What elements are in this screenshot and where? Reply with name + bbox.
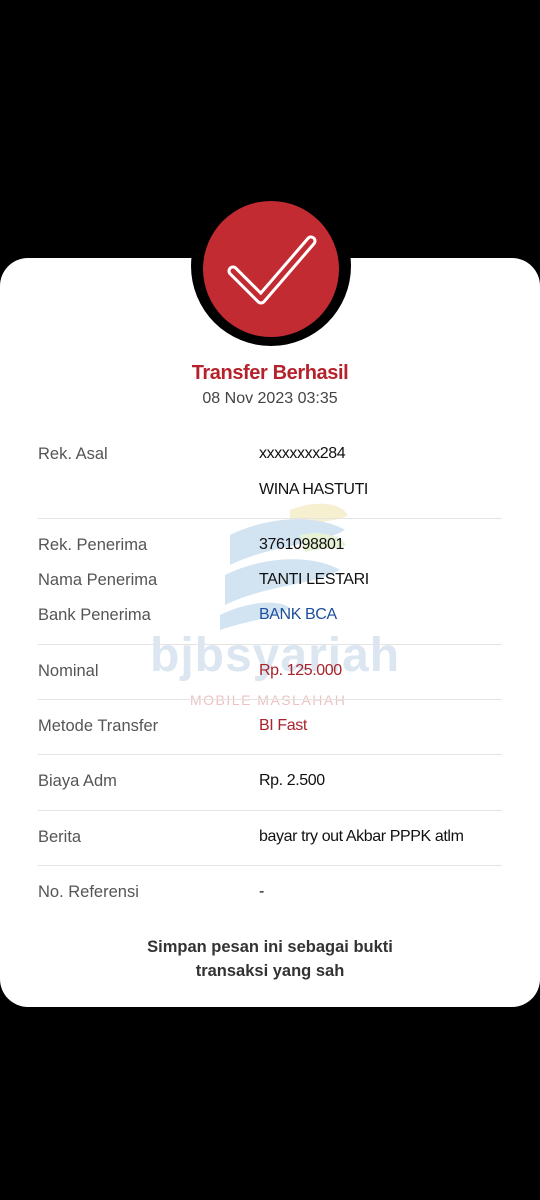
- status-title: Transfer Berhasil: [191, 362, 349, 384]
- divider: [38, 865, 502, 866]
- nama-penerima-value: TANTI LESTARI: [259, 571, 369, 588]
- check-icon: [227, 235, 317, 305]
- rek-penerima-value: 3761098801: [259, 536, 344, 553]
- metode-transfer-value: BI Fast: [259, 717, 307, 734]
- no-referensi-label: No. Referensi: [38, 883, 139, 901]
- transaction-date: 08 Nov 2023 03:35: [202, 390, 338, 407]
- rek-asal-account: xxxxxxxx284: [259, 445, 346, 462]
- no-referensi-value: -: [259, 883, 264, 900]
- footer-note: Simpan pesan ini sebagai bukti transaksi…: [0, 935, 540, 983]
- berita-value: bayar try out Akbar PPPK atlm: [259, 828, 464, 845]
- divider: [38, 810, 502, 811]
- metode-transfer-label: Metode Transfer: [38, 717, 159, 735]
- nominal-value: Rp. 125.000: [259, 662, 342, 679]
- divider: [38, 699, 502, 700]
- divider: [38, 754, 502, 755]
- nominal-label: Nominal: [38, 662, 99, 680]
- footer-line-1: Simpan pesan ini sebagai bukti: [147, 938, 393, 956]
- success-badge: [203, 201, 339, 337]
- rek-asal-label: Rek. Asal: [38, 445, 108, 463]
- rek-asal-name: WINA HASTUTI: [259, 481, 368, 498]
- rek-penerima-label: Rek. Penerima: [38, 536, 148, 554]
- biaya-adm-label: Biaya Adm: [38, 772, 117, 790]
- bank-penerima-label: Bank Penerima: [38, 606, 151, 624]
- berita-label: Berita: [38, 828, 82, 846]
- divider: [38, 644, 502, 645]
- bank-penerima-value: BANK BCA: [259, 606, 337, 623]
- footer-line-2: transaksi yang sah: [195, 962, 345, 980]
- divider: [38, 518, 502, 519]
- watermark-tagline: MOBILE MASLAHAH: [190, 692, 347, 708]
- bank-logo-watermark: [220, 503, 348, 630]
- nama-penerima-label: Nama Penerima: [38, 571, 158, 589]
- biaya-adm-value: Rp. 2.500: [259, 772, 325, 789]
